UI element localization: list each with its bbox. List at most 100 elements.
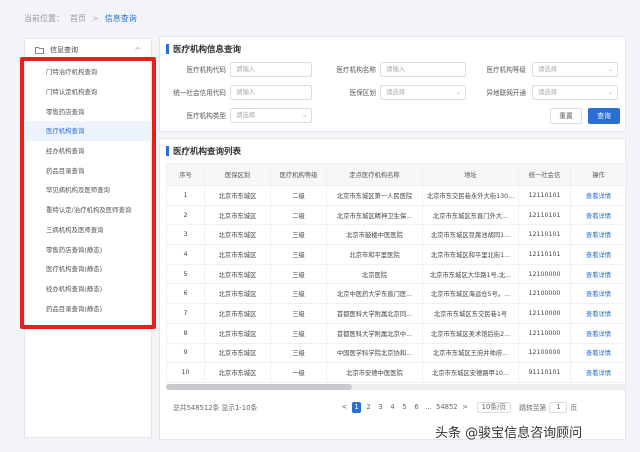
cell-level: 二级 (270, 204, 327, 226)
sidebar-item-drug-catalog-static[interactable]: 药品目录查询(静态) (24, 298, 152, 318)
cell-level: 一级 (270, 362, 327, 383)
view-details-link[interactable]: 查看详情 (570, 263, 627, 285)
type-label: 医疗机构类型 (186, 112, 226, 120)
cell-address: 北京市东城区王府井帅府... (422, 342, 519, 364)
breadcrumb: 当前位置： 首页 > 信息查询 (24, 12, 137, 24)
cell-credit-code: 12110101 (518, 224, 571, 246)
cell-address: 北京市东城区安德路甲10... (422, 362, 519, 383)
page-button-4[interactable]: 4 (388, 402, 397, 413)
query-button[interactable]: 查询 (588, 108, 620, 124)
cell-name: 北京医院 (326, 263, 423, 285)
cell-level: 三级 (270, 244, 327, 265)
cell-index: 8 (166, 322, 205, 344)
chevron-down-icon: ⌄ (301, 112, 307, 119)
institution-name-input[interactable]: 请输入 (380, 62, 466, 77)
view-details-link[interactable]: 查看详情 (570, 322, 627, 344)
view-details-link[interactable]: 查看详情 (570, 362, 627, 383)
sidebar-item-medical-institution[interactable]: 医疗机构查询 (24, 121, 152, 141)
cell-district: 北京市东城区 (204, 263, 271, 285)
sidebar-item-outpatient-special-certification[interactable]: 门特认定机构查询 (24, 82, 152, 102)
col-header-name: 定点医疗机构名称 (326, 163, 423, 186)
page-button-last[interactable]: 54852 (436, 402, 458, 413)
scrollbar-thumb[interactable] (166, 384, 352, 390)
page-button-6[interactable]: 6 (412, 402, 421, 413)
cell-address: 北京市东交民巷永外大街130... (422, 185, 519, 206)
cell-level: 三级 (270, 322, 327, 344)
cell-address: 北京市东城区和平里北街1... (422, 244, 519, 265)
cell-level: 三级 (270, 303, 327, 324)
breadcrumb-home-link[interactable]: 首页 (70, 13, 86, 24)
prev-page-button[interactable]: < (340, 402, 349, 413)
sidebar-group-header[interactable]: 信息查询 ^ (25, 39, 151, 61)
chevron-up-icon: ^ (134, 45, 141, 55)
sidebar-item-agency[interactable]: 经办机构查询 (24, 141, 152, 161)
sidebar-item-rare-disease[interactable]: 罕见病机构及医师查询 (24, 180, 152, 200)
table-row: 5 北京市东城区 三级 北京医院 北京市东城区大华路1号,北... 12100000 查看详… (166, 263, 627, 285)
cell-name: 北京市安德中医医院 (326, 362, 423, 383)
cell-district: 北京市东城区 (204, 185, 271, 206)
cell-credit-code: 12100000 (518, 342, 571, 364)
col-header-index: 序号 (166, 163, 205, 186)
sidebar-item-drug-catalog[interactable]: 药品目录查询 (24, 160, 152, 180)
remote-network-select[interactable]: 请选择 ⌄ (532, 85, 618, 100)
table-row: 8 北京市东城区 三级 首都医科大学附属北京中... 北京市东城区美术馆后街2... 12… (166, 322, 627, 344)
jump-label: 跳转至第 (519, 404, 547, 412)
cell-district: 北京市东城区 (204, 204, 271, 226)
institution-code-input[interactable]: 请输入 (230, 62, 312, 77)
cell-name: 北京市东城区第一人民医院 (326, 185, 423, 206)
breadcrumb-current: 信息查询 (104, 13, 137, 23)
page-button-1[interactable]: 1 (352, 401, 361, 413)
next-page-button[interactable]: > (461, 402, 470, 413)
results-panel-title-text: 医疗机构查询列表 (173, 147, 242, 157)
institution-level-select[interactable]: 请选择 ⌄ (532, 62, 618, 77)
sidebar-item-special-disease[interactable]: 重特认定/治疗机构及医师查询 (24, 200, 152, 220)
view-details-link[interactable]: 查看详情 (570, 303, 627, 324)
cell-index: 6 (166, 283, 205, 305)
credit-code-input[interactable]: 请输入 (230, 85, 312, 100)
sidebar-item-medical-institution-static[interactable]: 医疗机构查询(静态) (24, 259, 152, 279)
cell-name: 首都医科大学附属北京同... (326, 303, 423, 324)
cell-index: 9 (166, 342, 205, 364)
page-size-select[interactable]: 10条/页 (476, 401, 512, 413)
cell-credit-code: 12100000 (518, 263, 571, 285)
remote-select-placeholder: 请选择 (538, 88, 558, 96)
level-select-placeholder: 请选择 (538, 65, 558, 73)
view-details-link[interactable]: 查看详情 (570, 283, 627, 305)
table-row: 6 北京市东城区 三级 北京中医药大学东直门医... 北京市东城区海运仓5号。... 12… (166, 283, 627, 305)
page-button-5[interactable]: 5 (400, 402, 409, 413)
col-header-credit-code: 统一社会信 (518, 163, 571, 186)
horizontal-scrollbar[interactable] (166, 384, 626, 390)
cell-credit-code: 12110101 (518, 204, 571, 226)
page-button-3[interactable]: 3 (376, 402, 385, 413)
view-details-link[interactable]: 查看详情 (570, 342, 627, 364)
sidebar-item-agency-static[interactable]: 经办机构查询(静态) (24, 279, 152, 299)
cell-level: 三级 (270, 342, 327, 364)
cell-address: 北京市东城区东直门外大... (422, 204, 519, 226)
cell-index: 3 (166, 224, 205, 246)
view-details-link[interactable]: 查看详情 (570, 204, 627, 226)
page-ellipsis[interactable]: ... (424, 402, 433, 413)
page-suffix: 页 (570, 404, 578, 412)
pagination: < 1 2 3 4 5 6 ... 54852 > 10条/页 跳转至第 1 页 (340, 401, 577, 413)
view-details-link[interactable]: 查看详情 (570, 185, 627, 206)
cell-credit-code: 91110101 (518, 362, 571, 383)
sidebar-item-retail-pharmacy-static[interactable]: 零售药店查询(静态) (24, 239, 152, 259)
sidebar-item-three-diseases[interactable]: 三病机构及医师查询 (24, 220, 152, 240)
view-details-link[interactable]: 查看详情 (570, 244, 627, 265)
pagination-total: 总共548512条 显示1-10条 (173, 404, 258, 412)
table-row: 4 北京市东城区 三级 北京市和平里医院 北京市东城区和平里北街1... 12110101… (166, 244, 627, 265)
institution-type-select[interactable]: 请选择 ⌄ (230, 108, 312, 123)
sidebar-item-retail-pharmacy[interactable]: 零售药店查询 (24, 101, 152, 121)
cell-address: 北京市东城区美术馆后街2... (422, 322, 519, 344)
table-header-row: 序号 医保区划 医疗机构等级 定点医疗机构名称 地址 统一社会信 操作 (166, 163, 627, 186)
col-header-address: 地址 (422, 163, 519, 186)
name-label: 医疗机构名称 (336, 66, 376, 74)
view-details-link[interactable]: 查看详情 (570, 224, 627, 246)
title-bar-accent (166, 44, 169, 54)
sidebar-item-outpatient-special-treatment[interactable]: 门特治疗机构查询 (24, 62, 152, 82)
page-button-2[interactable]: 2 (364, 402, 373, 413)
reset-button[interactable]: 重置 (550, 108, 582, 124)
district-select[interactable]: 请选择 ⌄ (380, 85, 466, 100)
jump-page-input[interactable]: 1 (549, 401, 568, 413)
cell-district: 北京市东城区 (204, 362, 271, 383)
